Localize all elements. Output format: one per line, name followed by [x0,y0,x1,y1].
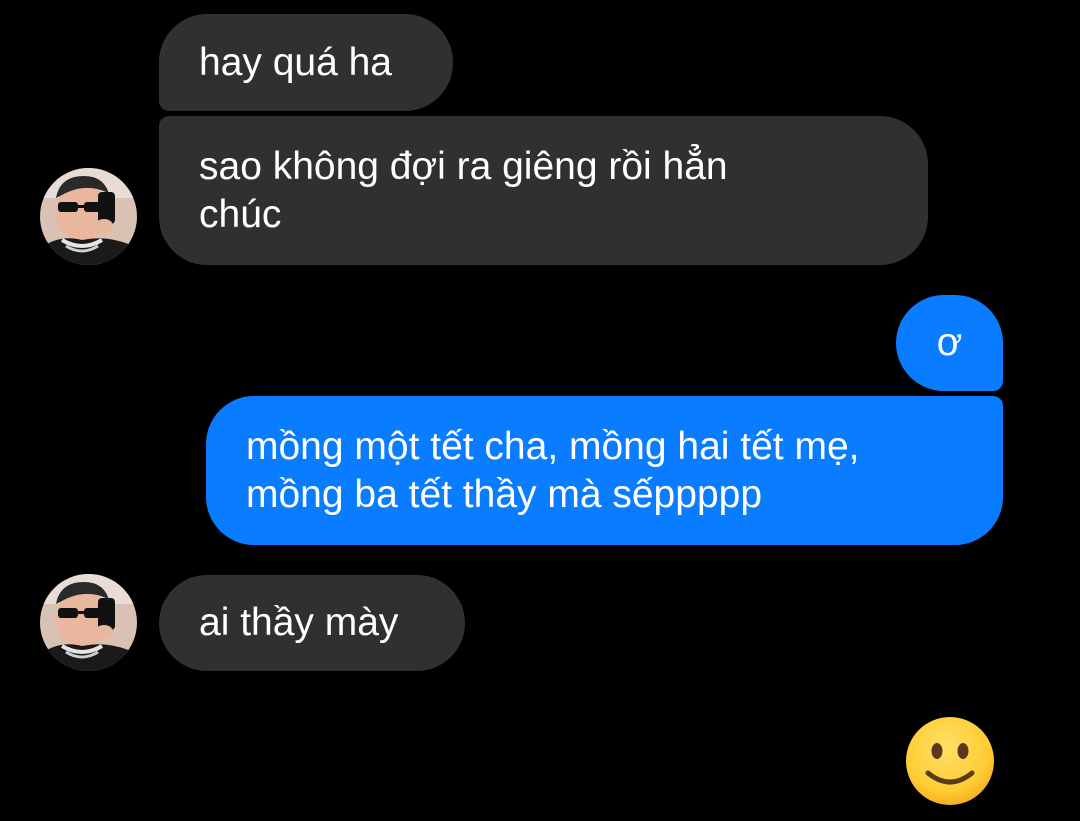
message-text: sao không đợi ra giêng rồi hẳn chúc [199,144,728,236]
incoming-message-bubble[interactable]: sao không đợi ra giêng rồi hẳn chúc [159,116,928,265]
outgoing-message-bubble[interactable]: mồng một tết cha, mồng hai tết mẹ, mồng … [206,396,1003,545]
message-text: ai thầy mày [199,601,399,644]
message-text: mồng một tết cha, mồng hai tết mẹ, mồng … [246,424,860,516]
avatar-photo-icon [40,168,137,265]
outgoing-message-bubble[interactable]: ơ [896,295,1003,391]
incoming-message-bubble[interactable]: ai thầy mày [159,575,465,671]
slightly-smiling-face-emoji-icon[interactable] [904,715,996,807]
contact-avatar[interactable] [40,574,137,671]
message-text: ơ [936,321,963,364]
message-text: hay quá ha [199,40,393,84]
contact-avatar[interactable] [40,168,137,265]
incoming-message-bubble[interactable]: hay quá ha [159,14,453,111]
avatar-photo-icon [40,574,137,671]
smiley-face-icon [906,717,994,805]
